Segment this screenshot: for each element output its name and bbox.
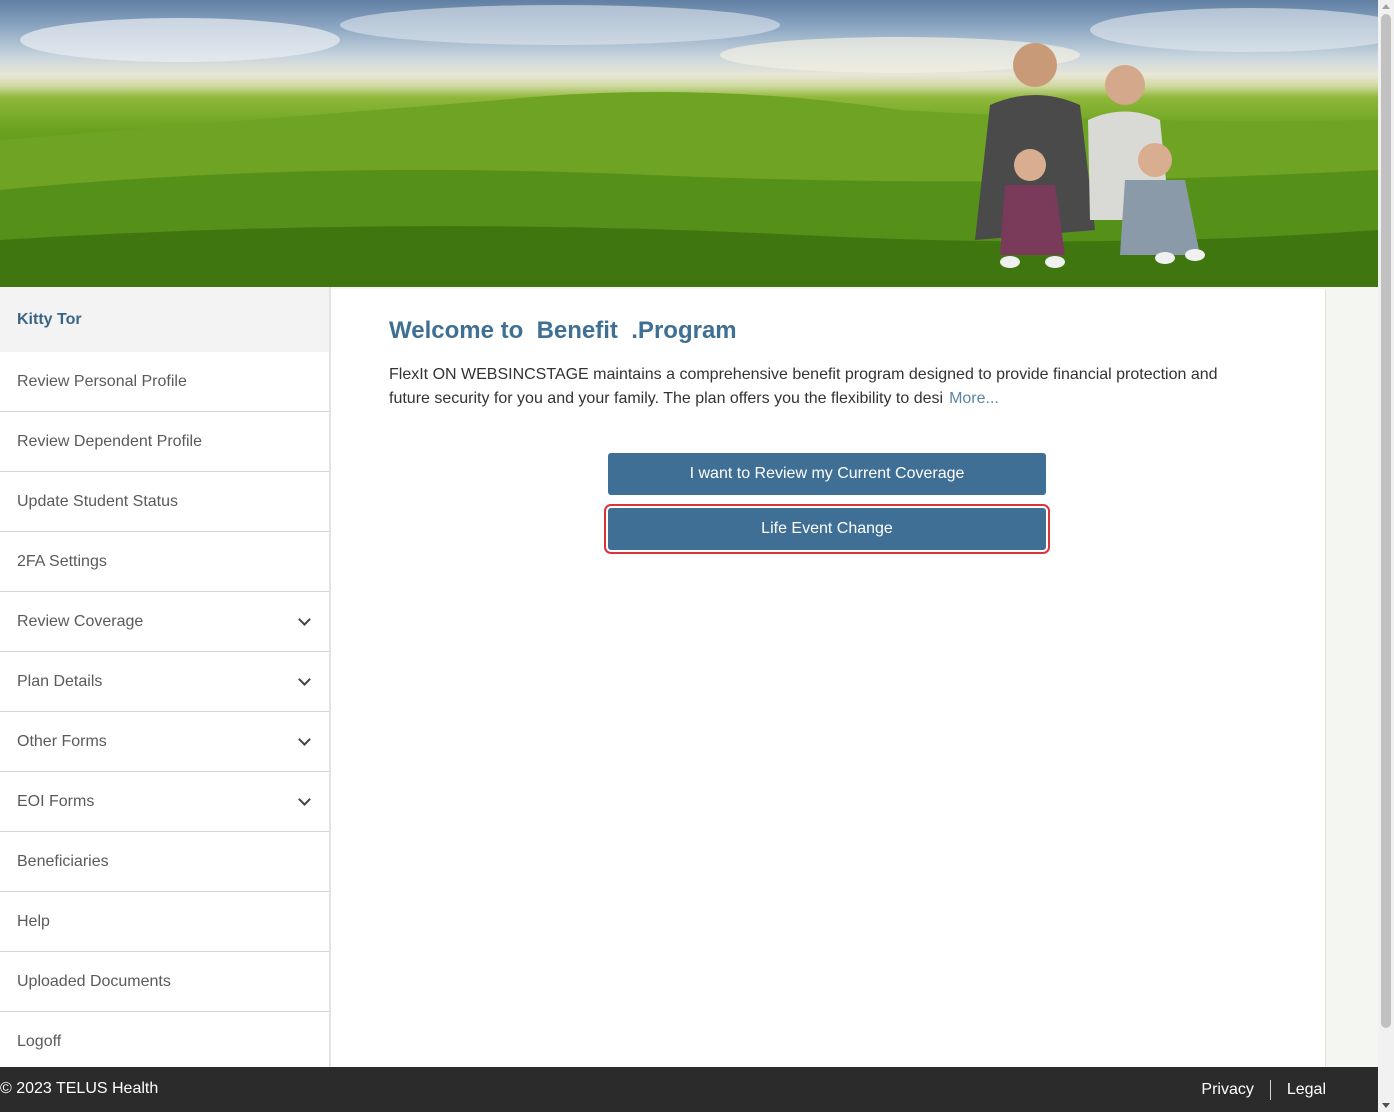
sidebar-item-label: Review Personal Profile [17, 372, 187, 390]
more-link[interactable]: More... [949, 390, 999, 407]
scrollbar-thumb[interactable] [1381, 14, 1391, 1028]
sidebar-item-label: EOI Forms [17, 792, 95, 810]
copyright-text: © 2023 TELUS Health [0, 1080, 159, 1097]
legal-link[interactable]: Legal [1287, 1081, 1326, 1099]
sidebar-item-2fa-settings[interactable]: 2FA Settings [0, 532, 329, 592]
footer-links: Privacy Legal [1201, 1080, 1326, 1100]
sidebar-item-logoff[interactable]: Logoff [0, 1012, 329, 1072]
hero-banner-image [0, 0, 1378, 287]
life-event-change-button[interactable]: Life Event Change [608, 508, 1046, 550]
sidebar-item-review-personal-profile[interactable]: Review Personal Profile [0, 352, 329, 412]
sidebar: Kitty Tor Review Personal Profile Review … [0, 287, 331, 1067]
sidebar-item-beneficiaries[interactable]: Beneficiaries [0, 832, 329, 892]
sidebar-item-review-dependent-profile[interactable]: Review Dependent Profile [0, 412, 329, 472]
main-panel: Welcome to Benefit .Program FlexIt ON WE… [331, 289, 1326, 1067]
sidebar-item-plan-details[interactable]: Plan Details [0, 652, 329, 712]
footer-divider [1269, 1080, 1271, 1100]
sidebar-item-label: Review Coverage [17, 612, 144, 630]
sidebar-item-help[interactable]: Help [0, 892, 329, 952]
sidebar-item-label: Update Student Status [17, 492, 178, 510]
user-name: Kitty Tor [0, 287, 329, 352]
sidebar-item-label: Uploaded Documents [17, 972, 171, 990]
page: Kitty Tor Review Personal Profile Review … [0, 0, 1394, 1112]
sidebar-item-label: 2FA Settings [17, 552, 107, 570]
sidebar-item-label: Review Dependent Profile [17, 432, 202, 450]
privacy-link[interactable]: Privacy [1201, 1081, 1253, 1099]
chevron-down-icon[interactable] [298, 733, 311, 746]
family-field-illustration [0, 5, 1378, 287]
sidebar-item-label: Plan Details [17, 672, 103, 690]
sidebar-item-uploaded-documents[interactable]: Uploaded Documents [0, 952, 329, 1012]
review-coverage-button[interactable]: I want to Review my Current Coverage [608, 453, 1046, 495]
sidebar-item-update-student-status[interactable]: Update Student Status [0, 472, 329, 532]
vertical-scrollbar[interactable] [1378, 0, 1394, 1112]
sidebar-menu: Review Personal Profile Review Dependent … [0, 352, 329, 1072]
intro-body: FlexIt ON WEBSINCSTAGE maintains a compr… [389, 366, 1218, 407]
sidebar-item-other-forms[interactable]: Other Forms [0, 712, 329, 772]
sidebar-item-label: Other Forms [17, 732, 107, 750]
sidebar-item-label: Logoff [17, 1033, 62, 1050]
sidebar-item-label: Beneficiaries [17, 852, 109, 870]
chevron-down-icon[interactable] [298, 793, 311, 806]
sidebar-item-eoi-forms[interactable]: EOI Forms [0, 772, 329, 832]
sidebar-item-review-coverage[interactable]: Review Coverage [0, 592, 329, 652]
scroll-up-icon[interactable] [1382, 4, 1390, 9]
footer: © 2023 TELUS Health Privacy Legal [0, 1067, 1378, 1112]
page-title: Welcome to Benefit .Program [389, 317, 737, 344]
chevron-down-icon[interactable] [298, 673, 311, 686]
intro-text: FlexIt ON WEBSINCSTAGE maintains a compr… [389, 363, 1259, 411]
chevron-down-icon[interactable] [298, 613, 311, 626]
sidebar-item-label: Help [17, 912, 50, 930]
scroll-down-icon[interactable] [1382, 1103, 1390, 1108]
